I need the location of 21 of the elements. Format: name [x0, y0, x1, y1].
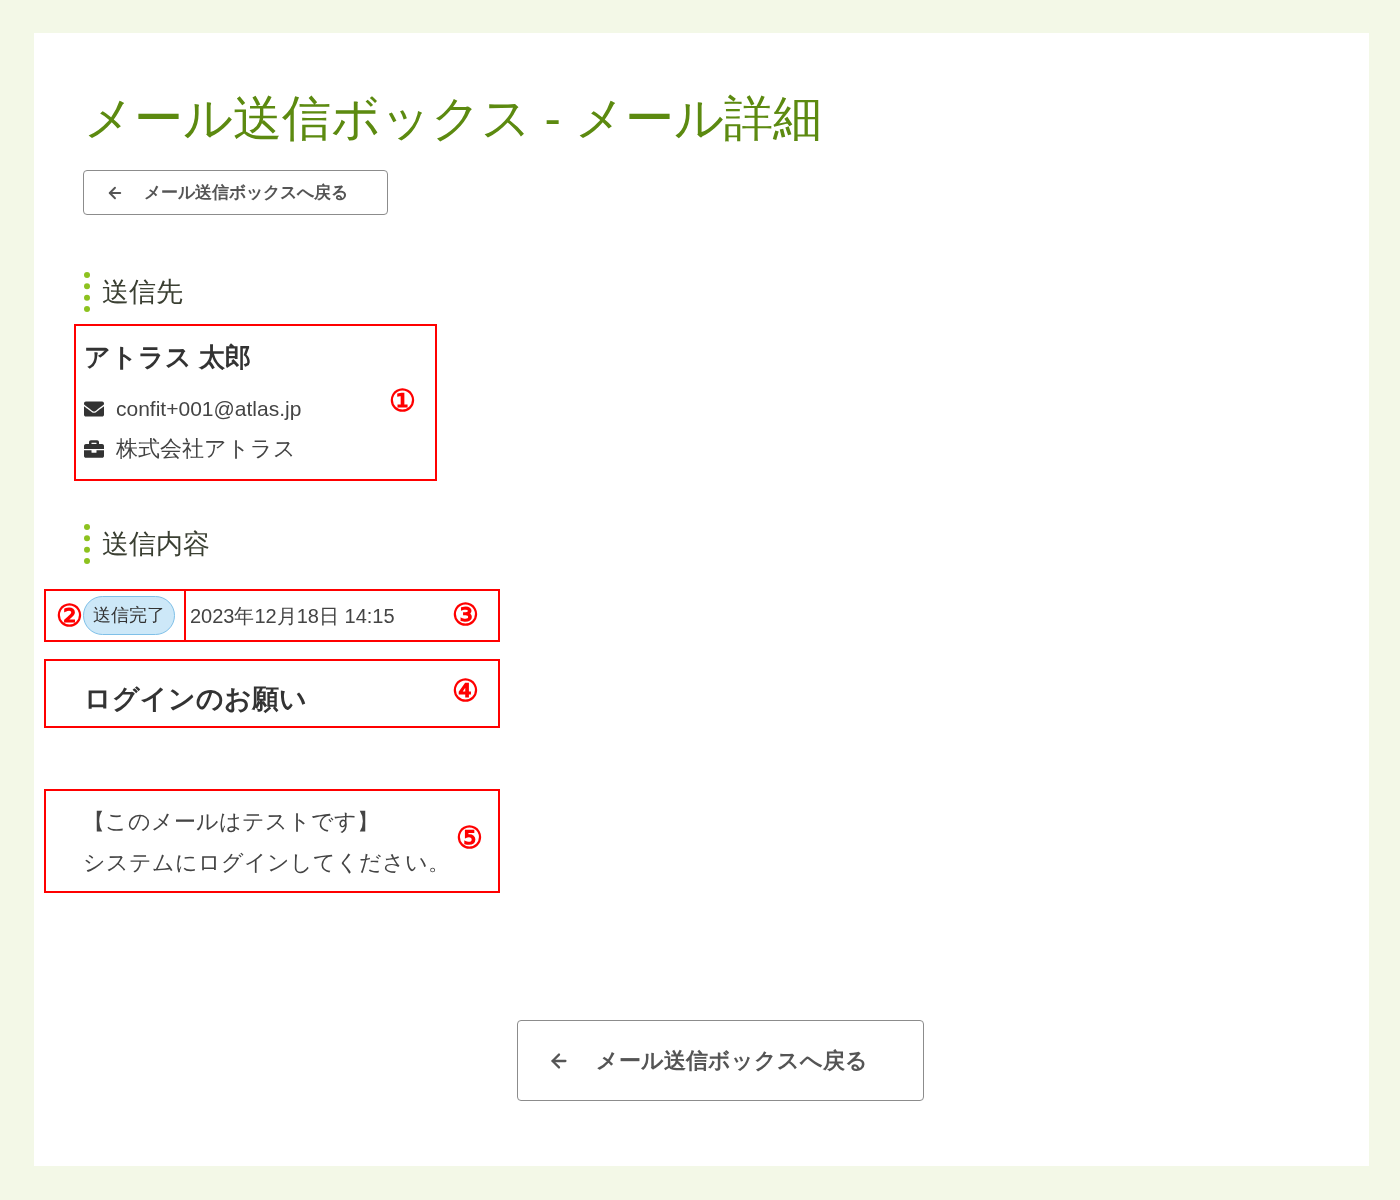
page-title: メール送信ボックス - メール詳細 [84, 90, 822, 147]
recipient-company: 株式会社アトラス [116, 435, 296, 463]
callout-number: ⑤ [456, 823, 483, 853]
mail-subject: ログインのお願い [84, 683, 307, 716]
recipient-name: アトラス 太郎 [84, 341, 252, 374]
sent-datetime: 2023年12月18日 14:15 [190, 603, 395, 629]
back-button[interactable]: メール送信ボックスへ戻る [517, 1020, 924, 1101]
briefcase-icon [84, 439, 104, 459]
back-button[interactable]: メール送信ボックスへ戻る [83, 170, 388, 215]
section-heading: 送信先 [102, 276, 183, 309]
recipient-email: confit+001@atlas.jp [116, 396, 302, 422]
section-heading: 送信内容 [102, 528, 210, 561]
callout-number: ② [56, 600, 83, 631]
callout-number: ④ [452, 676, 479, 706]
mail-body: 【このメールはテストです】 システムにログインしてください。 [83, 808, 450, 877]
dotted-marker-icon [84, 524, 90, 564]
dotted-marker-icon [84, 272, 90, 312]
callout-number: ③ [452, 600, 479, 630]
status-badge: 送信完了 [83, 596, 175, 635]
envelope-icon [84, 399, 104, 419]
callout-number: ① [389, 386, 416, 416]
